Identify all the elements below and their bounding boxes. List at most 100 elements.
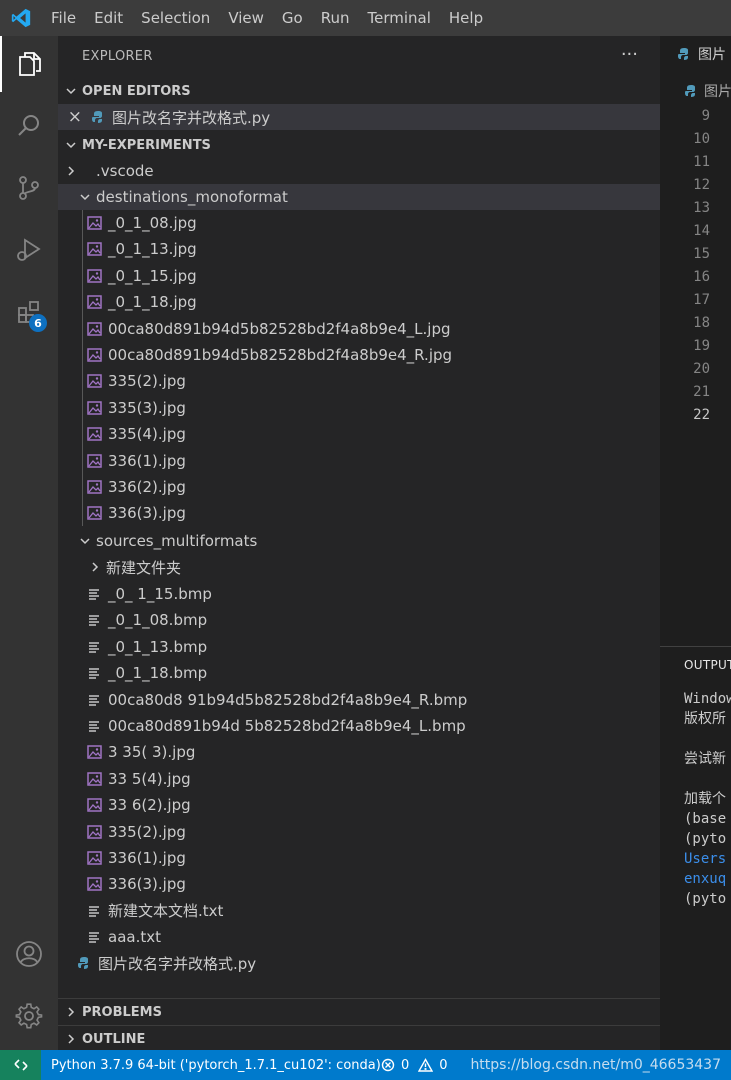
file-item[interactable]: 336(3).jpg (58, 871, 660, 897)
problems-label: PROBLEMS (82, 1004, 162, 1020)
file-label: 335(3).jpg (108, 398, 186, 417)
line-number: 14 (693, 223, 710, 239)
output-line: Users (684, 851, 727, 867)
status-bar: Python 3.7.9 64-bit ('pytorch_1.7.1_cu10… (0, 1050, 731, 1080)
file-item[interactable]: 新建文本文档.txt (58, 898, 660, 924)
file-label: 335(2).jpg (108, 372, 186, 391)
file-label: 335(2).jpg (108, 822, 186, 841)
image-file-icon (86, 797, 102, 813)
menu-run[interactable]: Run (312, 9, 359, 27)
menu-edit[interactable]: Edit (85, 9, 132, 27)
search-icon (18, 115, 39, 136)
python-interpreter[interactable]: Python 3.7.9 64-bit ('pytorch_1.7.1_cu10… (51, 1050, 381, 1080)
folder-new[interactable]: 新建文件夹 (58, 554, 660, 580)
folder-label: sources_multiformats (96, 532, 258, 550)
file-item[interactable]: 00ca80d891b94d5b82528bd2f4a8b9e4_L.jpg (58, 316, 660, 342)
image-file-icon (86, 824, 102, 840)
file-item[interactable]: 33 6(2).jpg (58, 792, 660, 818)
workspace-label: MY-EXPERIMENTS (82, 137, 211, 153)
folder-vscode[interactable]: .vscode (58, 158, 660, 184)
error-count: 0 (401, 1057, 410, 1073)
accounts-activity[interactable] (0, 926, 58, 982)
explorer-activity[interactable] (0, 36, 58, 92)
chevron-down-icon (60, 139, 82, 151)
file-item[interactable]: _0_ 1_15.bmp (58, 581, 660, 607)
line-number: 12 (693, 177, 710, 193)
menu-help[interactable]: Help (440, 9, 492, 27)
file-item[interactable]: _0_1_08.jpg (58, 210, 660, 236)
explorer-sidebar: EXPLORER ··· OPEN EDITORS × 图片改名字并改格式.py… (58, 36, 660, 1050)
text-file-icon (86, 929, 102, 945)
chevron-right-icon (60, 1006, 82, 1018)
menu-file[interactable]: File (42, 9, 85, 27)
problems-header[interactable]: PROBLEMS (58, 998, 660, 1025)
manage-activity[interactable] (0, 988, 58, 1044)
root-python-file[interactable]: 图片改名字并改格式.py (58, 950, 660, 976)
file-item[interactable]: 335(2).jpg (58, 819, 660, 845)
image-file-icon (86, 505, 102, 521)
gear-icon (15, 1003, 43, 1029)
line-number: 11 (693, 154, 710, 170)
file-label: 00ca80d8 91b94d5b82528bd2f4a8b9e4_R.bmp (108, 690, 468, 709)
file-item[interactable]: 336(1).jpg (58, 448, 660, 474)
vscode-logo-icon[interactable] (10, 7, 32, 29)
workspace-header[interactable]: MY-EXPERIMENTS (58, 132, 660, 158)
file-item[interactable]: 335(3).jpg (58, 395, 660, 421)
file-item[interactable]: 336(1).jpg (58, 845, 660, 871)
file-item[interactable]: 335(2).jpg (58, 368, 660, 394)
line-number: 19 (693, 338, 710, 354)
file-item[interactable]: 00ca80d8 91b94d5b82528bd2f4a8b9e4_R.bmp (58, 687, 660, 713)
editor-tab[interactable]: 图片 (660, 36, 731, 71)
open-editor-item[interactable]: × 图片改名字并改格式.py (58, 104, 660, 130)
file-item[interactable]: 00ca80d891b94d 5b82528bd2f4a8b9e4_L.bmp (58, 713, 660, 739)
chevron-right-icon (84, 561, 106, 573)
source-control-activity[interactable] (0, 160, 58, 216)
remote-indicator[interactable] (0, 1050, 41, 1080)
menu-view[interactable]: View (219, 9, 273, 27)
file-label: _0_1_08.bmp (108, 611, 208, 630)
menu-bar: File Edit Selection View Go Run Terminal… (42, 0, 492, 36)
file-item[interactable]: 335(4).jpg (58, 421, 660, 447)
python-file-icon (684, 83, 698, 99)
file-item[interactable]: aaa.txt (58, 924, 660, 950)
image-file-icon (86, 321, 102, 337)
text-file-icon (86, 612, 102, 628)
panel-tab-output[interactable]: OUTPUT (684, 658, 731, 672)
file-item[interactable]: 336(3).jpg (58, 500, 660, 526)
file-item[interactable]: 3 35( 3).jpg (58, 739, 660, 765)
outline-header[interactable]: OUTLINE (58, 1025, 660, 1052)
line-number: 13 (693, 200, 710, 216)
file-item[interactable]: 00ca80d891b94d5b82528bd2f4a8b9e4_R.jpg (58, 342, 660, 368)
open-editors-header[interactable]: OPEN EDITORS (58, 78, 660, 104)
file-label: 00ca80d891b94d5b82528bd2f4a8b9e4_L.jpg (108, 319, 451, 338)
folder-sources[interactable]: sources_multiformats (58, 528, 660, 554)
file-label: 00ca80d891b94d 5b82528bd2f4a8b9e4_L.bmp (108, 717, 466, 735)
file-item[interactable]: _0_1_08.bmp (58, 607, 660, 633)
file-item[interactable]: 336(2).jpg (58, 474, 660, 500)
file-item[interactable]: _0_1_13.bmp (58, 634, 660, 660)
explorer-title: EXPLORER (82, 49, 153, 64)
menu-selection[interactable]: Selection (132, 9, 219, 27)
file-item[interactable]: _0_1_18.bmp (58, 660, 660, 686)
folder-destinations[interactable]: destinations_monoformat (58, 184, 660, 210)
file-item[interactable]: _0_1_15.jpg (58, 263, 660, 289)
output-panel: OUTPUT Window 版权所 尝试新 加载个 (base (pyto Users enx… (660, 646, 731, 1051)
menu-go[interactable]: Go (273, 9, 312, 27)
run-debug-activity[interactable] (0, 222, 58, 278)
close-icon[interactable]: × (58, 107, 82, 127)
image-file-icon (86, 347, 102, 363)
problems-status[interactable]: 0 0 (381, 1050, 448, 1080)
search-activity[interactable] (0, 98, 58, 154)
source-control-icon (19, 176, 39, 200)
image-file-icon (86, 426, 102, 442)
open-editors-label: OPEN EDITORS (82, 83, 191, 99)
file-item[interactable]: _0_1_18.jpg (58, 289, 660, 315)
extensions-activity[interactable]: 6 (0, 284, 58, 340)
python-file-icon (676, 46, 692, 62)
file-item[interactable]: 33 5(4).jpg (58, 766, 660, 792)
menu-terminal[interactable]: Terminal (359, 9, 440, 27)
file-item[interactable]: _0_1_13.jpg (58, 236, 660, 262)
more-actions-icon[interactable]: ··· (621, 44, 638, 65)
breadcrumb-file[interactable]: 图片 (704, 81, 731, 101)
folder-label: .vscode (96, 162, 154, 180)
